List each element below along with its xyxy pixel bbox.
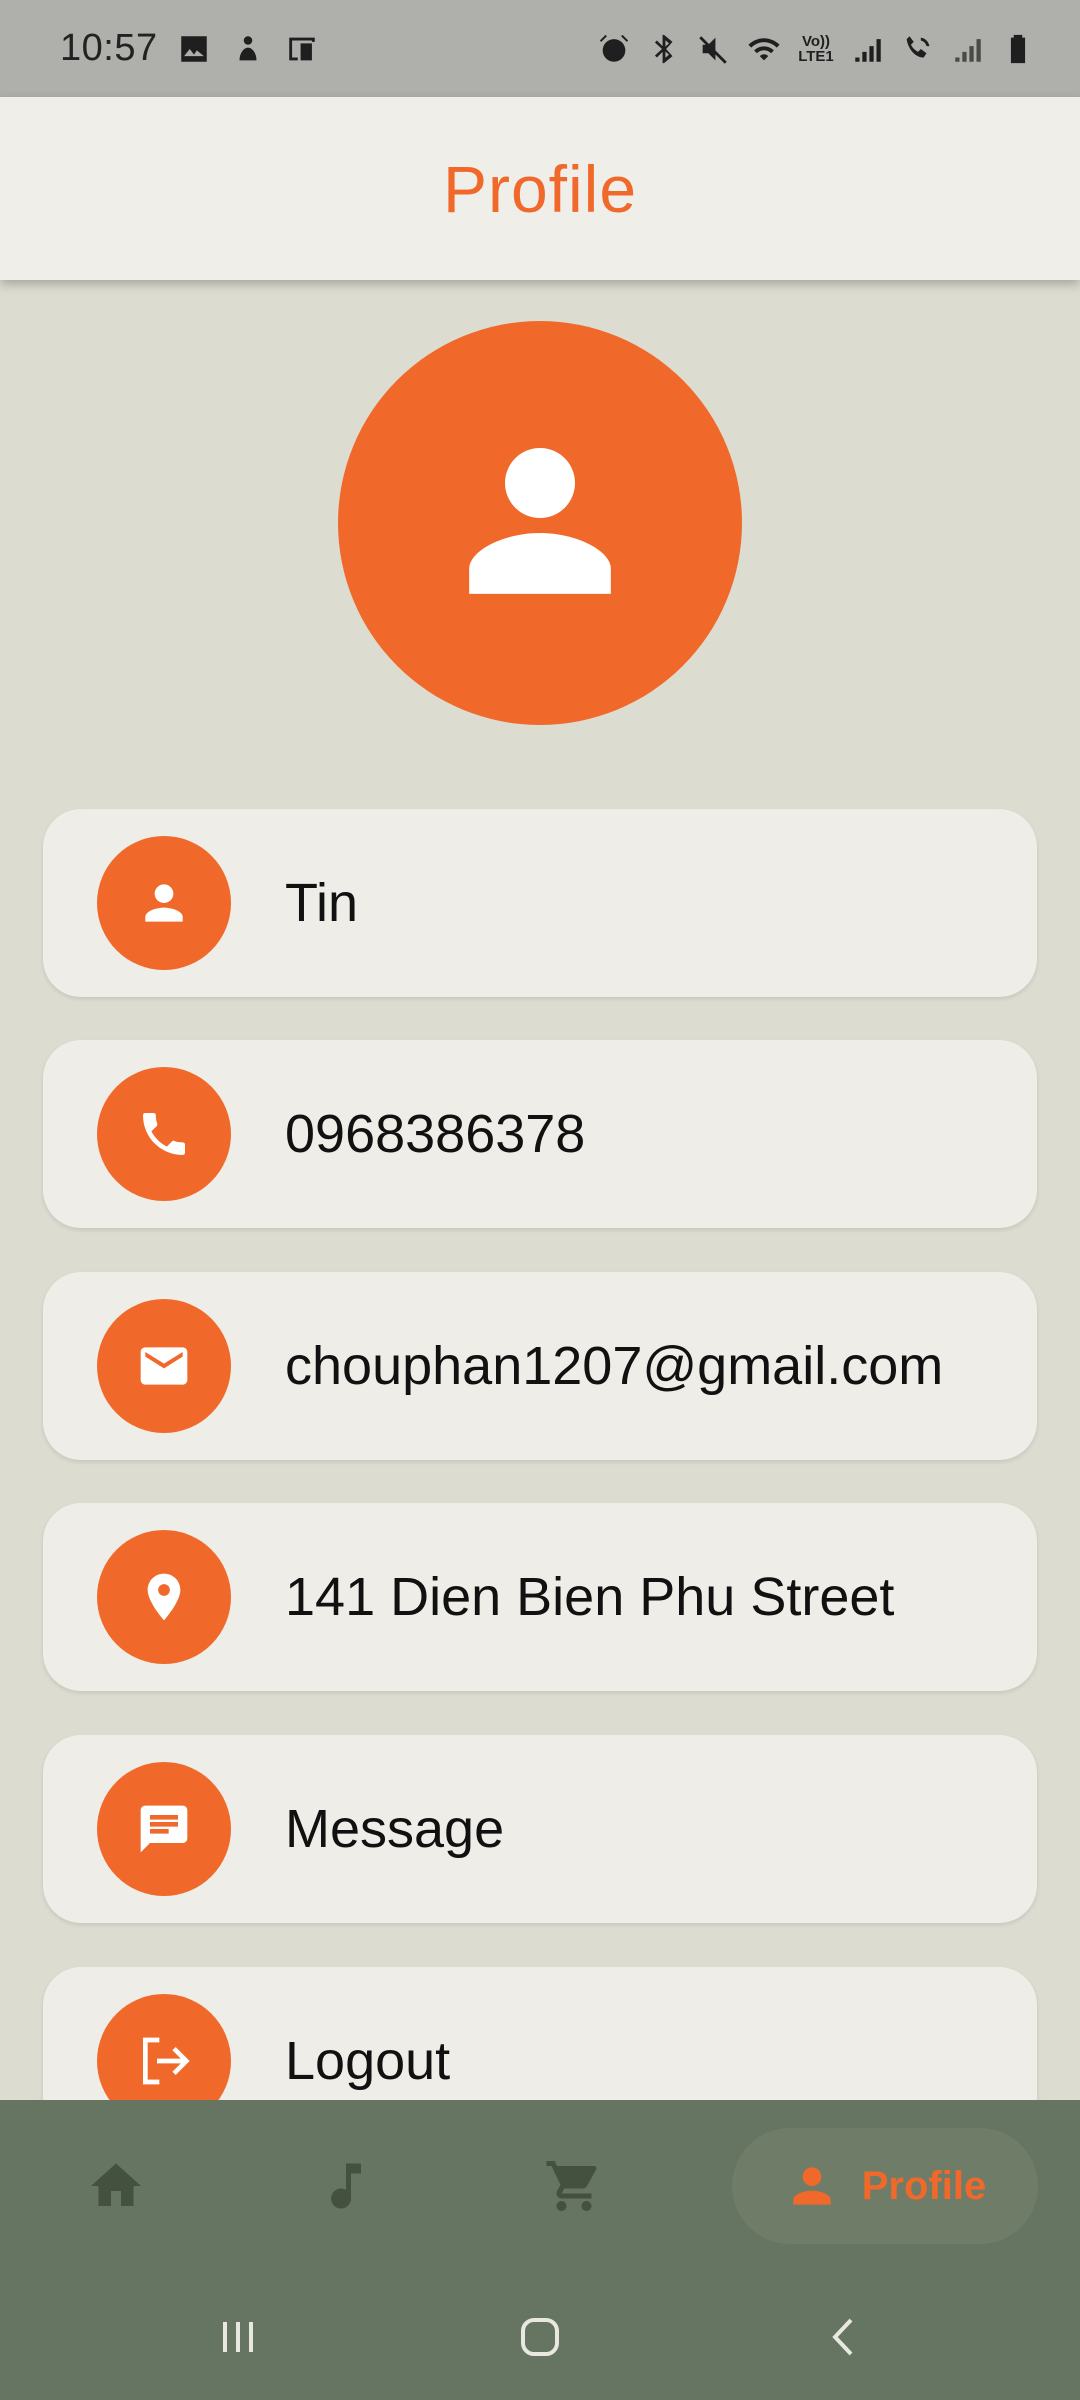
person-icon xyxy=(469,448,611,594)
status-right: Vo)) LTE1 xyxy=(596,29,1036,69)
screen-mirror-icon xyxy=(284,29,320,69)
gallery-icon xyxy=(176,29,212,69)
recent-apps-button[interactable] xyxy=(198,2302,278,2372)
music-note-icon xyxy=(331,2163,361,2209)
nav-profile-label: Profile xyxy=(861,2163,987,2208)
avatar[interactable] xyxy=(338,321,742,725)
signal-icon xyxy=(950,29,986,69)
logout-label: Logout xyxy=(285,2031,451,2091)
phone-icon xyxy=(97,1067,231,1201)
signal-icon xyxy=(850,29,886,69)
wifi-icon xyxy=(746,29,782,69)
app-bar: Profile xyxy=(0,97,1080,280)
nav-music[interactable] xyxy=(296,2128,396,2244)
back-chevron-icon xyxy=(832,2318,853,2356)
nav-cart[interactable] xyxy=(524,2128,624,2244)
system-navigation-bar xyxy=(0,2272,1080,2400)
message-icon xyxy=(97,1762,231,1896)
bottom-navigation: Profile xyxy=(0,2100,1080,2272)
notification-icon xyxy=(230,29,266,69)
status-time: 10:57 xyxy=(60,27,158,69)
recent-apps-icon xyxy=(223,2322,253,2352)
nav-profile[interactable]: Profile xyxy=(732,2128,1038,2244)
back-button[interactable] xyxy=(804,2302,884,2372)
page-title: Profile xyxy=(442,151,638,226)
profile-name-card[interactable]: Tin xyxy=(43,809,1037,997)
volte-icon: Vo)) LTE1 xyxy=(798,32,834,65)
wifi-calling-icon xyxy=(900,29,936,69)
bluetooth-icon xyxy=(646,29,682,69)
cart-icon xyxy=(546,2161,597,2211)
message-card[interactable]: Message xyxy=(43,1735,1037,1923)
status-bar: 10:57 Vo)) LTE1 xyxy=(0,0,1080,97)
location-pin-icon xyxy=(97,1530,231,1664)
home-icon xyxy=(91,2163,141,2206)
profile-address: 141 Dien Bien Phu Street xyxy=(285,1567,895,1627)
nav-home[interactable] xyxy=(66,2128,166,2244)
profile-phone: 0968386378 xyxy=(285,1104,586,1164)
status-left: 10:57 xyxy=(60,27,320,70)
profile-email: chouphan1207@gmail.com xyxy=(285,1336,944,1396)
mute-icon xyxy=(696,29,732,69)
person-icon xyxy=(793,2167,831,2205)
message-label: Message xyxy=(285,1799,505,1859)
profile-phone-card[interactable]: 0968386378 xyxy=(43,1040,1037,1228)
alarm-icon xyxy=(596,29,632,69)
profile-email-card[interactable]: chouphan1207@gmail.com xyxy=(43,1272,1037,1460)
person-icon xyxy=(97,836,231,970)
mail-icon xyxy=(97,1299,231,1433)
home-circle-icon xyxy=(521,2318,559,2356)
profile-address-card[interactable]: 141 Dien Bien Phu Street xyxy=(43,1503,1037,1691)
battery-icon xyxy=(1000,29,1036,69)
home-button[interactable] xyxy=(500,2302,580,2372)
profile-name: Tin xyxy=(285,873,359,933)
